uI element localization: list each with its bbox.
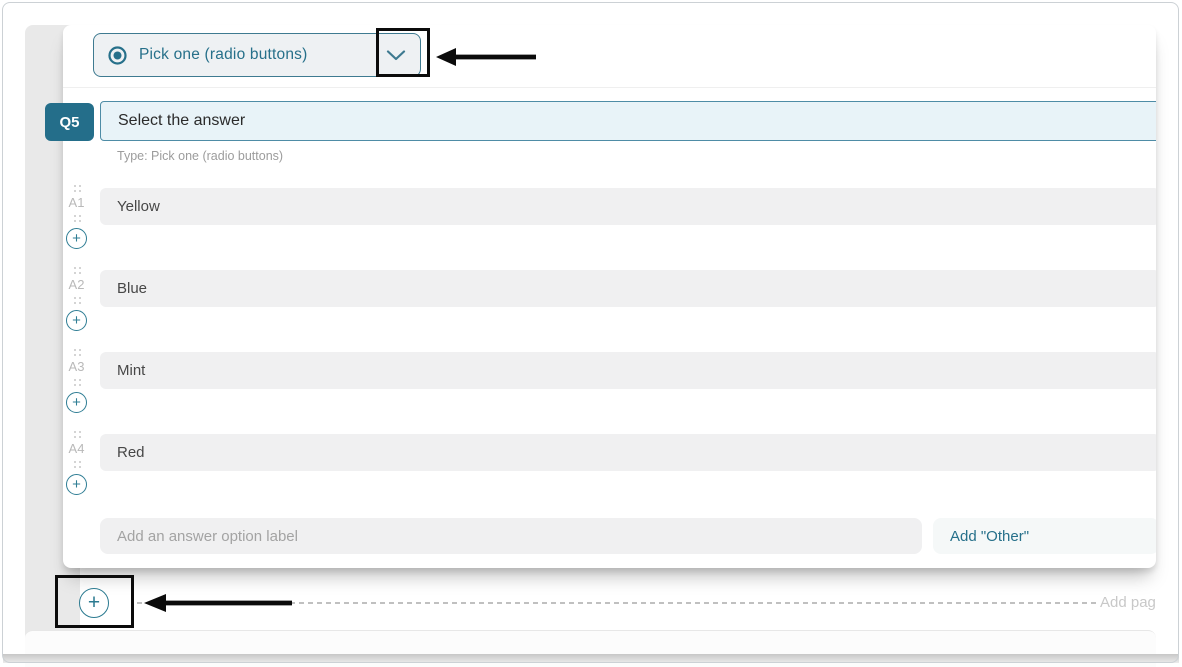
answer-id-label: A1: [63, 195, 90, 210]
drag-dots-icon[interactable]: [74, 461, 81, 468]
insert-answer-button[interactable]: +: [66, 392, 87, 413]
drag-dots-icon[interactable]: [74, 297, 81, 304]
drag-dots-icon[interactable]: [74, 349, 81, 356]
add-other-button[interactable]: Add "Other": [933, 518, 1156, 554]
question-card: Pick one (radio buttons) Q5 Type: Pick o…: [63, 25, 1156, 568]
question-title-input[interactable]: [100, 101, 1156, 141]
annotation-box-add-page: [55, 575, 134, 628]
radio-icon: [108, 46, 127, 65]
answer-option-input[interactable]: [100, 188, 1156, 225]
answer-id-label: A3: [63, 359, 90, 374]
answer-option-input[interactable]: [100, 434, 1156, 471]
answer-row: A1 +: [63, 188, 1156, 252]
question-number-badge: Q5: [45, 103, 94, 141]
survey-builder-screen: Add page + Pick one (radio buttons) Q5 T…: [0, 0, 1182, 667]
annotation-box-dropdown-chevron: [376, 28, 430, 77]
insert-answer-button[interactable]: +: [66, 474, 87, 495]
drag-dots-icon[interactable]: [74, 185, 81, 192]
card-content: Type: Pick one (radio buttons) A1 + A2 +: [63, 25, 1156, 568]
answer-id-label: A2: [63, 277, 90, 292]
add-answer-input[interactable]: [100, 518, 922, 554]
annotation-arrow-left-icon: [144, 593, 292, 613]
answer-row: A2 +: [63, 270, 1156, 334]
header-divider: [63, 87, 1156, 88]
insert-answer-button[interactable]: +: [66, 310, 87, 331]
drag-dots-icon[interactable]: [74, 267, 81, 274]
question-type-dropdown[interactable]: Pick one (radio buttons): [93, 33, 421, 77]
drag-dots-icon[interactable]: [74, 379, 81, 386]
bottom-shadow-band: [3, 654, 1179, 663]
answer-row: A3 +: [63, 352, 1156, 416]
drag-dots-icon[interactable]: [74, 215, 81, 222]
add-page-label[interactable]: Add page: [1100, 594, 1156, 614]
annotation-arrow-left-icon: [436, 47, 536, 67]
answer-option-input[interactable]: [100, 352, 1156, 389]
insert-answer-button[interactable]: +: [66, 228, 87, 249]
answer-option-input[interactable]: [100, 270, 1156, 307]
answer-row: A4 +: [63, 434, 1156, 498]
answer-id-label: A4: [63, 441, 90, 456]
drag-dots-icon[interactable]: [74, 431, 81, 438]
question-type-caption: Type: Pick one (radio buttons): [117, 149, 283, 163]
question-type-label: Pick one (radio buttons): [139, 46, 308, 64]
